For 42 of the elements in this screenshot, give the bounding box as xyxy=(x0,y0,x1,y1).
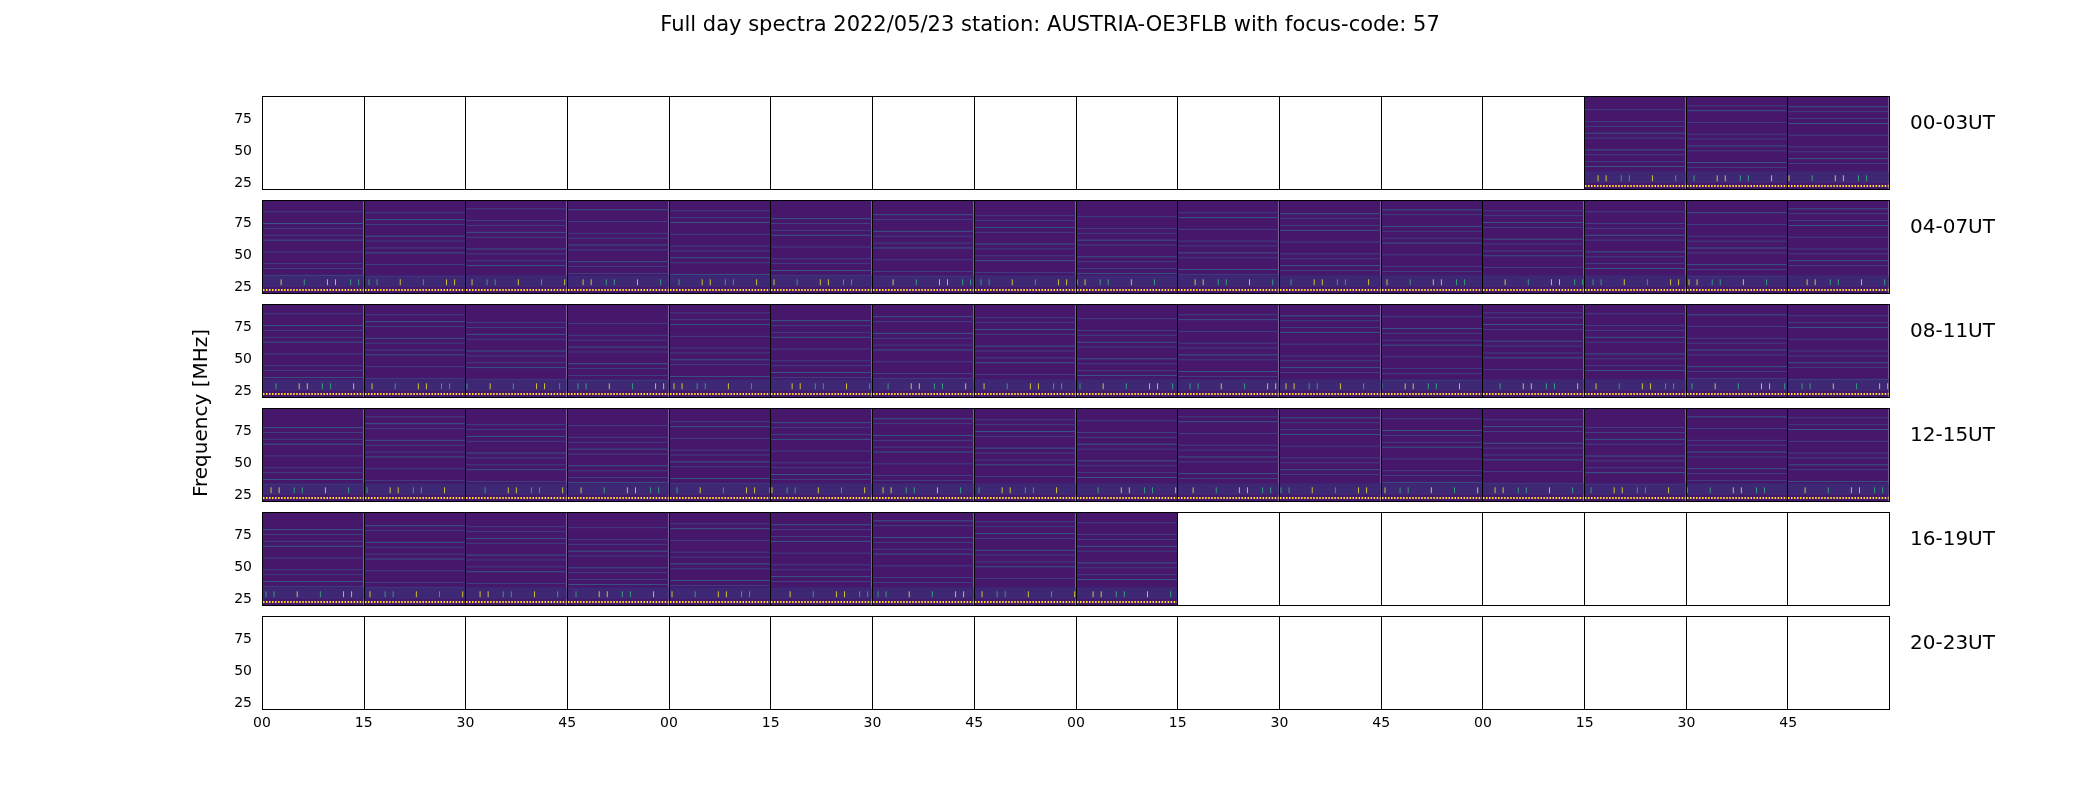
x-tick-label: 00 xyxy=(1474,713,1492,732)
y-tick-label: 75 xyxy=(234,631,252,645)
x-tick-label: 00 xyxy=(660,713,678,732)
x-tick-label: 30 xyxy=(1677,713,1696,732)
y-tick-label: 25 xyxy=(234,175,252,189)
y-tick-label: 25 xyxy=(234,487,252,501)
x-tick-label: 15 xyxy=(1575,713,1594,732)
y-tick-label: 50 xyxy=(234,455,252,469)
y-tick-label: 25 xyxy=(234,279,252,293)
row-time-label: 04-07UT xyxy=(1910,214,1995,238)
figure-title: Full day spectra 2022/05/23 station: AUSTRIA-OE3FLB with focus-code: 57 xyxy=(660,11,1440,38)
x-tick-label: 15 xyxy=(761,713,780,732)
x-tick-label: 30 xyxy=(1270,713,1289,732)
y-tick-label: 50 xyxy=(234,143,252,157)
x-tick-label: 45 xyxy=(558,713,577,732)
y-tick-label: 50 xyxy=(234,559,252,573)
x-tick-label: 45 xyxy=(1779,713,1798,732)
y-tick-label: 25 xyxy=(234,695,252,709)
row-time-label: 16-19UT xyxy=(1910,526,1995,550)
y-tick-label: 25 xyxy=(234,383,252,397)
x-tick-label: 15 xyxy=(354,713,373,732)
row-time-label: 12-15UT xyxy=(1910,422,1995,446)
row-time-label: 20-23UT xyxy=(1910,630,1995,654)
y-tick-label: 75 xyxy=(234,527,252,541)
y-tick-label: 75 xyxy=(234,423,252,437)
x-tick-label: 00 xyxy=(1067,713,1085,732)
x-tick-label: 15 xyxy=(1168,713,1187,732)
x-tick-label: 45 xyxy=(965,713,984,732)
y-tick-label: 25 xyxy=(234,591,252,605)
y-tick-label: 50 xyxy=(234,351,252,365)
y-tick-label: 50 xyxy=(234,247,252,261)
row-time-label: 00-03UT xyxy=(1910,110,1995,134)
y-tick-label: 75 xyxy=(234,319,252,333)
x-tick-label: 30 xyxy=(863,713,882,732)
y-tick-label: 75 xyxy=(234,215,252,229)
x-tick-label: 00 xyxy=(253,713,271,732)
x-tick-label: 45 xyxy=(1372,713,1391,732)
y-axis-label: Frequency [MHz] xyxy=(187,328,213,498)
x-tick-label: 30 xyxy=(456,713,475,732)
row-time-label: 08-11UT xyxy=(1910,318,1995,342)
y-tick-label: 50 xyxy=(234,663,252,677)
y-tick-label: 75 xyxy=(234,111,252,125)
